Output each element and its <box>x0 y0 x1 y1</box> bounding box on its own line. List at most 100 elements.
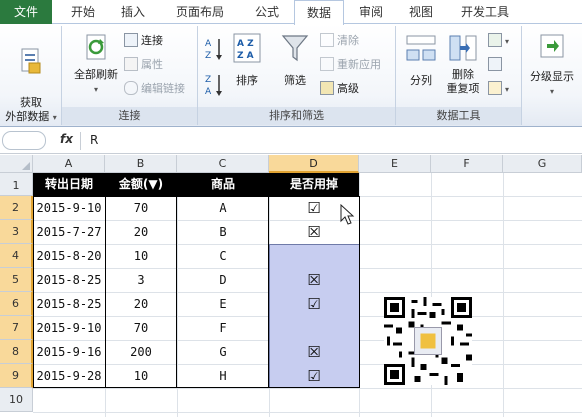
formula-input[interactable]: R <box>90 133 98 147</box>
reapply-button[interactable]: 重新应用 <box>320 56 381 74</box>
product-cell[interactable]: F <box>177 316 269 340</box>
remove-duplicates-button[interactable]: 删除 重复项 <box>442 30 484 96</box>
amount-cell[interactable]: 20 <box>105 220 177 244</box>
refresh-icon <box>86 34 106 60</box>
amount-cell[interactable]: 70 <box>105 196 177 220</box>
product-cell[interactable]: E <box>177 292 269 316</box>
consolidate-button[interactable] <box>488 56 505 74</box>
product-cell[interactable]: C <box>177 244 269 268</box>
get-external-data-button[interactable]: 获取 外部数据 ▾ <box>2 30 60 125</box>
data-validation-icon <box>488 33 502 47</box>
clear-button[interactable]: 清除 <box>320 32 359 50</box>
date-cell[interactable]: 2015-9-10 <box>33 316 105 340</box>
remove-duplicates-icon <box>449 35 477 61</box>
properties-button[interactable]: 属性 <box>124 56 163 74</box>
refresh-all-button[interactable]: 全部刷新 ▾ <box>66 30 126 97</box>
amount-cell[interactable]: 20 <box>105 292 177 316</box>
amount-cell[interactable]: 10 <box>105 244 177 268</box>
column-header-b[interactable]: B <box>105 155 177 173</box>
insert-function-icon[interactable]: fx <box>60 132 73 146</box>
amount-cell[interactable]: 70 <box>105 316 177 340</box>
header-cell-date[interactable]: 转出日期 <box>33 173 105 196</box>
row-header-10[interactable]: 10 <box>0 388 33 412</box>
worksheet-grid[interactable]: A B C D E F G 1 2 3 4 5 6 7 8 9 10 转出日期 … <box>0 155 582 417</box>
date-cell[interactable]: 2015-9-28 <box>33 364 105 388</box>
clear-filter-icon <box>320 33 334 47</box>
sort-ascending-button[interactable]: A Z <box>204 36 224 64</box>
tab-formulas[interactable]: 公式 <box>244 0 290 24</box>
ribbon-tab-bar: 文件 开始 插入 页面布局 公式 数据 审阅 视图 开发工具 <box>0 0 582 25</box>
what-if-analysis-button[interactable]: ▾ <box>488 80 509 98</box>
column-header-c[interactable]: C <box>177 155 269 173</box>
chain-link-icon <box>124 81 138 95</box>
amount-cell[interactable]: 3 <box>105 268 177 292</box>
tab-home[interactable]: 开始 <box>60 0 106 24</box>
date-cell[interactable]: 2015-9-10 <box>33 196 105 220</box>
advanced-filter-button[interactable]: 高级 <box>320 80 359 98</box>
product-cell[interactable]: D <box>177 268 269 292</box>
date-cell[interactable]: 2015-8-20 <box>33 244 105 268</box>
row-header-4[interactable]: 4 <box>0 244 33 268</box>
sort-az-icon: A Z <box>205 39 222 61</box>
header-cell-amount[interactable]: 金额(▼) <box>105 173 177 196</box>
checkbox-cell[interactable] <box>269 244 359 268</box>
text-to-columns-button[interactable]: 分列 <box>400 30 442 88</box>
row-header-8[interactable]: 8 <box>0 340 33 364</box>
date-cell[interactable]: 2015-9-16 <box>33 340 105 364</box>
row-header-5[interactable]: 5 <box>0 268 33 292</box>
qr-code-image <box>384 297 472 385</box>
header-cell-used[interactable]: 是否用掉 <box>269 173 359 196</box>
filter-button[interactable]: 筛选 <box>274 30 316 88</box>
header-cell-product[interactable]: 商品 <box>177 173 269 196</box>
product-cell[interactable]: A <box>177 196 269 220</box>
row-header-2[interactable]: 2 <box>0 196 33 220</box>
tab-review[interactable]: 审阅 <box>348 0 394 24</box>
row-header-3[interactable]: 3 <box>0 220 33 244</box>
remove-duplicates-label-2: 重复项 <box>446 82 480 95</box>
sort-dialog-icon: A Z Z A <box>233 33 261 63</box>
filter-label: 筛选 <box>284 74 306 87</box>
outline-button[interactable]: 分级显示 ▾ <box>524 30 580 99</box>
tab-view[interactable]: 视图 <box>398 0 444 24</box>
checkbox-cell[interactable]: ☑ <box>269 364 359 388</box>
name-box[interactable] <box>2 131 46 150</box>
gridline <box>503 173 504 417</box>
sort-button[interactable]: A Z Z A 排序 <box>228 30 266 88</box>
date-cell[interactable]: 2015-8-25 <box>33 268 105 292</box>
tab-page-layout[interactable]: 页面布局 <box>162 0 238 24</box>
checkbox-cell[interactable] <box>269 316 359 340</box>
outline-arrow-icon <box>540 34 564 58</box>
tab-insert[interactable]: 插入 <box>110 0 156 24</box>
product-cell[interactable]: H <box>177 364 269 388</box>
row-header-6[interactable]: 6 <box>0 292 33 316</box>
refresh-all-label: 全部刷新 <box>74 68 118 81</box>
checkbox-cell[interactable]: ☒ <box>269 268 359 292</box>
column-header-d[interactable]: D <box>269 155 359 173</box>
connections-icon <box>124 33 138 47</box>
column-header-f[interactable]: F <box>431 155 503 173</box>
product-cell[interactable]: B <box>177 220 269 244</box>
row-header-1[interactable]: 1 <box>0 173 33 196</box>
tab-data[interactable]: 数据 <box>294 0 344 25</box>
checkbox-cell[interactable]: ☑ <box>269 292 359 316</box>
select-all-button[interactable] <box>0 155 33 173</box>
tab-developer[interactable]: 开发工具 <box>448 0 522 24</box>
amount-cell[interactable]: 200 <box>105 340 177 364</box>
sort-descending-button[interactable]: Z A <box>204 72 224 100</box>
product-cell[interactable]: G <box>177 340 269 364</box>
data-validation-button[interactable]: ▾ <box>488 32 509 50</box>
row-header-7[interactable]: 7 <box>0 316 33 340</box>
column-header-a[interactable]: A <box>33 155 105 173</box>
checkbox-cell[interactable]: ☒ <box>269 340 359 364</box>
connections-label: 连接 <box>141 34 163 47</box>
svg-text:Z A: Z A <box>237 51 254 61</box>
column-header-e[interactable]: E <box>359 155 431 173</box>
date-cell[interactable]: 2015-7-27 <box>33 220 105 244</box>
edit-links-button[interactable]: 编辑链接 <box>124 80 185 98</box>
connections-button[interactable]: 连接 <box>124 32 163 50</box>
tab-file[interactable]: 文件 <box>0 0 52 24</box>
date-cell[interactable]: 2015-8-25 <box>33 292 105 316</box>
row-header-9[interactable]: 9 <box>0 364 33 388</box>
amount-cell[interactable]: 10 <box>105 364 177 388</box>
column-header-g[interactable]: G <box>503 155 582 173</box>
